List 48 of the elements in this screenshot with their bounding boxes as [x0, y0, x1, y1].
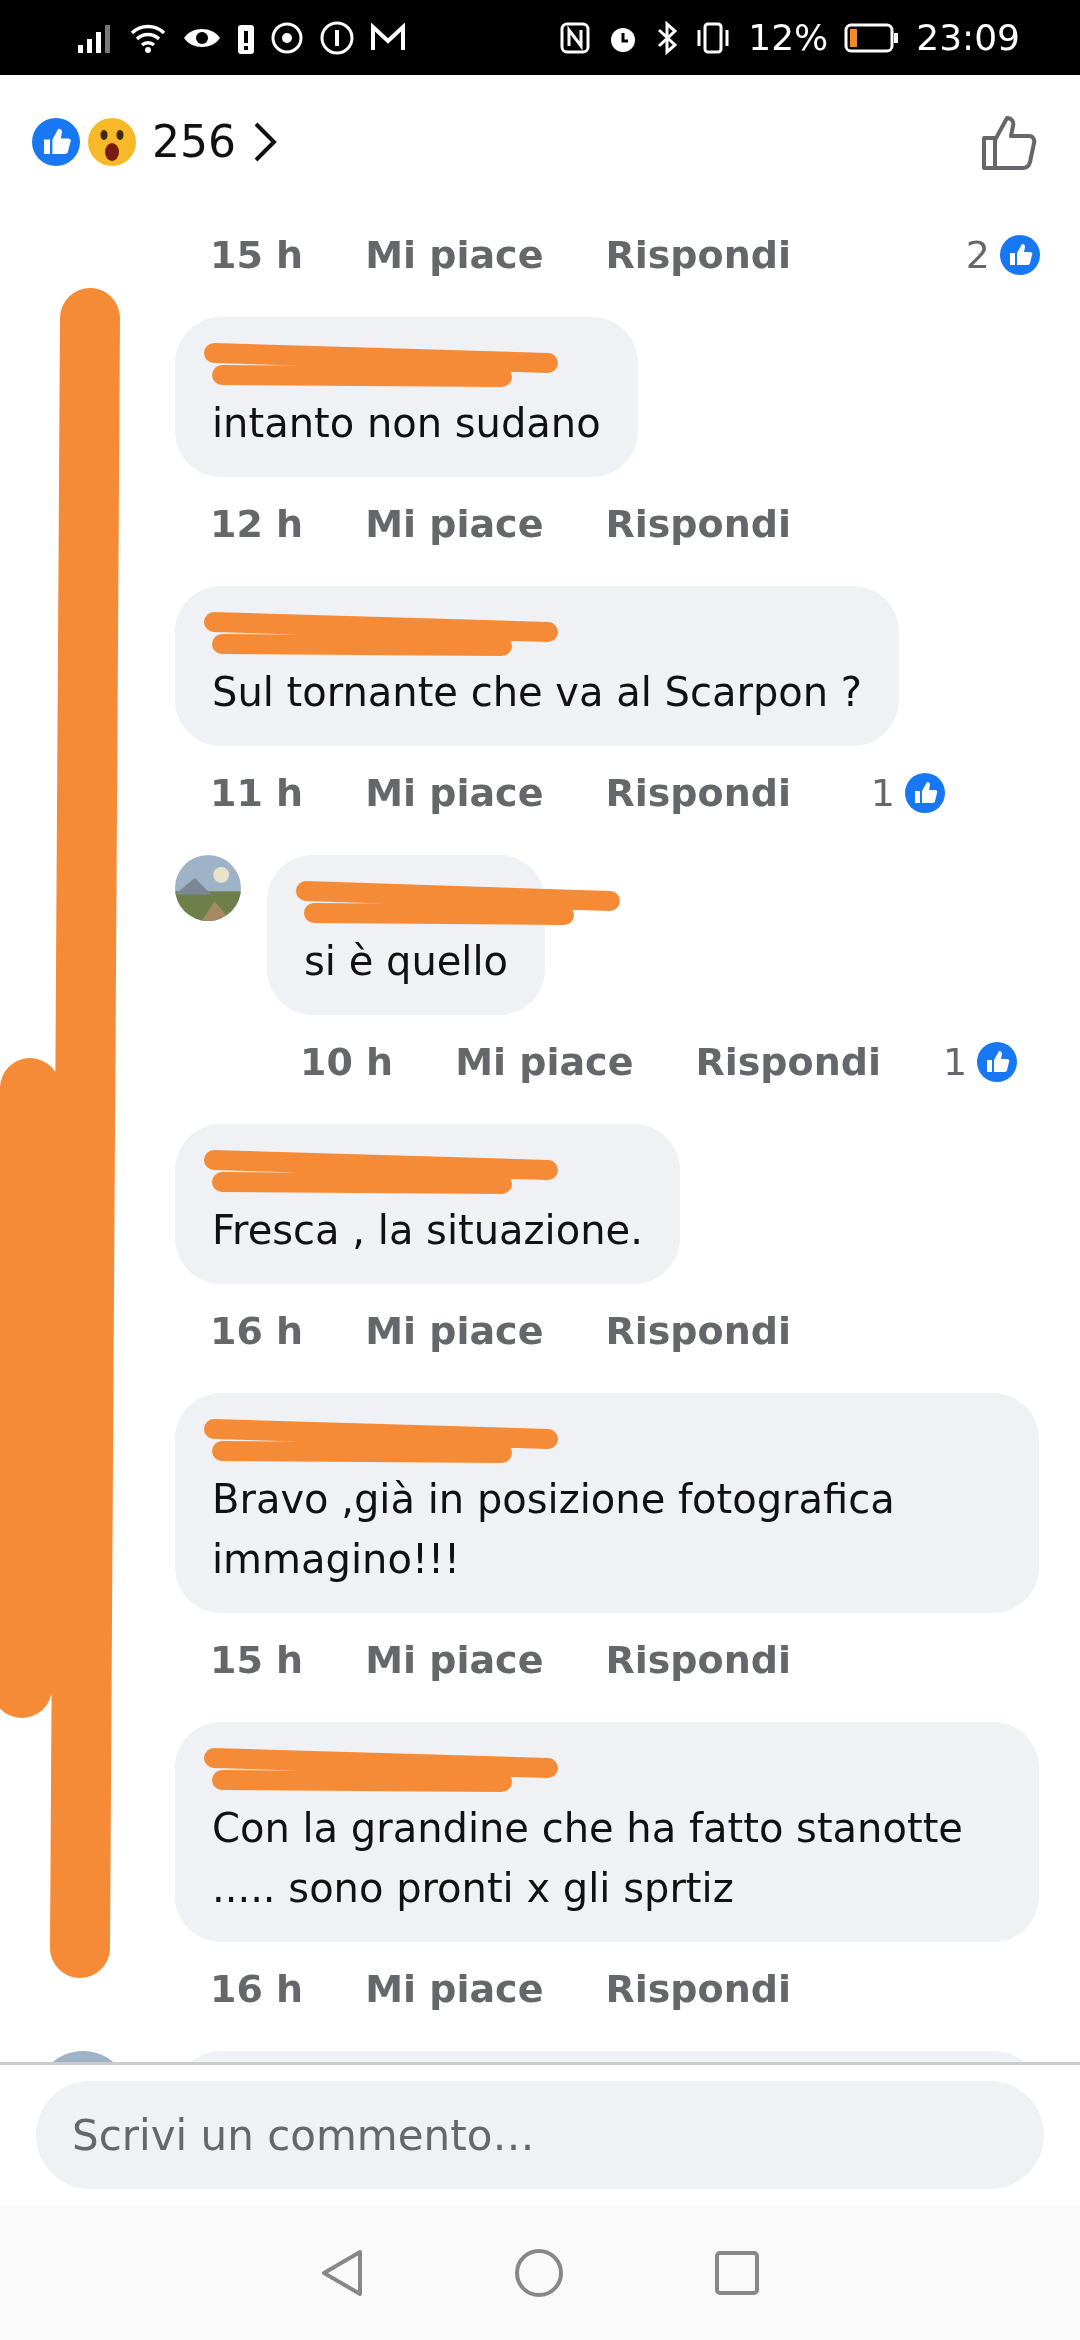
comment-text: Con la grandine che ha fatto stanotte ..... sono pronti x gli sprtiz: [212, 1804, 964, 1913]
reaction-count[interactable]: 256: [152, 116, 236, 167]
home-icon[interactable]: [514, 2247, 564, 2298]
comment-text: Fresca , la situazione.: [212, 1206, 643, 1255]
comment-time: 15 h: [210, 233, 304, 277]
reply-link[interactable]: Rispondi: [605, 502, 791, 546]
like-link[interactable]: Mi piace: [365, 1309, 544, 1353]
like-link[interactable]: Mi piace: [365, 1638, 544, 1682]
comment-text: intanto non sudano: [212, 399, 601, 448]
like-reaction-icon: [905, 773, 945, 813]
comment-text: Bravo ,già in posizione fotografica immagino!!!: [212, 1475, 896, 1584]
like-link[interactable]: Mi piace: [455, 1040, 634, 1084]
like-count: 1: [870, 771, 895, 815]
battery-icon: [844, 22, 901, 53]
like-link[interactable]: Mi piace: [365, 1967, 544, 2011]
battery-percent: 12%: [748, 17, 829, 58]
reply-link[interactable]: Rispondi: [605, 1309, 791, 1353]
wow-reaction-icon: [88, 117, 136, 166]
comment-input[interactable]: Scrivi un commento…: [36, 2081, 1044, 2189]
comment-time: 15 h: [210, 1638, 304, 1682]
back-icon[interactable]: [320, 2247, 364, 2298]
like-count: 2: [965, 233, 990, 277]
bluetooth-icon: [656, 20, 679, 55]
clock-time: 23:09: [916, 17, 1020, 58]
like-reaction-icon: [32, 117, 80, 166]
like-link[interactable]: Mi piace: [365, 502, 544, 546]
like-reaction-icon: [977, 1042, 1018, 1082]
comment-time: 12 h: [210, 502, 304, 546]
like-count: 1: [942, 1040, 968, 1084]
mail-icon: [370, 22, 406, 53]
comment-text: Sul tornante che va al Scarpon ?: [212, 668, 863, 717]
reply-link[interactable]: Rispondi: [695, 1040, 881, 1084]
comment-time: 16 h: [210, 1309, 304, 1353]
circle-letter-icon: [320, 20, 354, 55]
comment-text: si è quello: [304, 937, 509, 986]
comment-time: 10 h: [300, 1040, 394, 1084]
recents-icon[interactable]: [714, 2249, 760, 2296]
reply-link[interactable]: Rispondi: [605, 1967, 791, 2011]
wifi-icon: [130, 22, 166, 53]
comment-time: 16 h: [210, 1967, 304, 2011]
like-link[interactable]: Mi piace: [365, 771, 544, 815]
like-link[interactable]: Mi piace: [365, 233, 544, 277]
like-reaction-icon: [1000, 235, 1040, 275]
reply-link[interactable]: Rispondi: [605, 771, 791, 815]
reply-link[interactable]: Rispondi: [605, 1638, 791, 1682]
comment-time: 11 h: [210, 771, 304, 815]
reply-link[interactable]: Rispondi: [605, 233, 791, 277]
nfc-icon: [560, 21, 591, 54]
